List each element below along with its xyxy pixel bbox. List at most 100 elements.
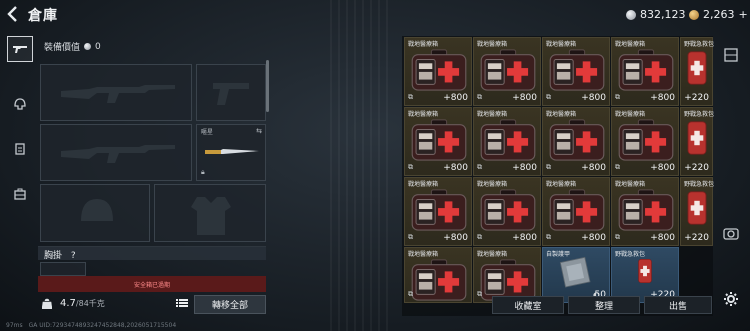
storage-item[interactable]: 戰地醫療箱 ⧉ bbox=[404, 247, 472, 303]
equipment-scrollbar[interactable] bbox=[266, 60, 269, 112]
background-texture bbox=[330, 0, 390, 331]
storage-item[interactable]: 戰地醫療箱 ⧉ +800 bbox=[542, 37, 610, 106]
item-count: +800 bbox=[650, 163, 675, 173]
gear-icon bbox=[724, 292, 738, 306]
medkit-icon bbox=[618, 49, 674, 91]
shelf-icon bbox=[724, 48, 738, 62]
storage-item[interactable]: 野戰急救包 +220 bbox=[680, 37, 714, 106]
stack-icon: ⧉ bbox=[615, 163, 620, 171]
item-count: +800 bbox=[650, 233, 675, 243]
weight-icon bbox=[42, 298, 52, 309]
item-name: 野戰急救包 bbox=[684, 111, 715, 118]
medkit-icon bbox=[411, 189, 467, 231]
add-gold-button[interactable]: + bbox=[739, 8, 748, 21]
storage-item[interactable]: 戰地醫療箱 ⧉ +800 bbox=[542, 107, 610, 176]
camera-icon bbox=[723, 228, 739, 240]
stack-icon: ⧉ bbox=[408, 233, 413, 241]
storage-item[interactable]: 戰地醫療箱 ⧉ +800 bbox=[611, 177, 679, 246]
top-bar: 倉庫 832,123 2,263 + bbox=[0, 0, 750, 30]
item-count: +800 bbox=[581, 163, 606, 173]
swap-icon[interactable]: ⇆ bbox=[256, 127, 262, 135]
item-name: 戰地醫療箱 bbox=[546, 181, 577, 188]
item-name: 戰地醫療箱 bbox=[408, 111, 439, 118]
storage-item[interactable]: 戰地醫療箱 ⧉ +800 bbox=[473, 37, 541, 106]
item-name: 戰地醫療箱 bbox=[615, 181, 646, 188]
armor-plate-icon bbox=[559, 256, 591, 288]
storage-item[interactable]: 野戰急救包 +220 bbox=[680, 177, 714, 246]
stack-icon: ⧉ bbox=[546, 93, 551, 101]
item-name: 野戰急救包 bbox=[615, 251, 646, 258]
silver-coin-icon bbox=[626, 9, 636, 20]
item-count: +800 bbox=[443, 93, 468, 103]
armor-slot[interactable] bbox=[154, 184, 266, 242]
equipment-bottom-bar: 4.7/84千克 轉移全部 bbox=[38, 294, 266, 316]
stack-icon: ⧉ bbox=[546, 163, 551, 171]
equipment-value-label: 裝備價值 bbox=[44, 43, 81, 53]
storage-actions: 收藏室 整理 出售 bbox=[402, 296, 713, 316]
gold-amount: 2,263 bbox=[703, 8, 735, 21]
tab-weapons[interactable] bbox=[7, 36, 33, 62]
ping-value: 97ms bbox=[6, 322, 23, 329]
tab-vest[interactable] bbox=[7, 136, 33, 162]
first-aid-kit-icon bbox=[638, 258, 652, 284]
storage-item[interactable]: 戰地醫療箱 ⧉ +800 bbox=[473, 177, 541, 246]
silver-amount: 832,123 bbox=[640, 8, 686, 21]
item-name: 戰地醫療箱 bbox=[477, 111, 508, 118]
storage-item[interactable]: 自製護甲 ◐ 50 bbox=[542, 247, 610, 303]
item-count: +800 bbox=[443, 233, 468, 243]
medkit-icon bbox=[618, 119, 674, 161]
sell-button[interactable]: 出售 bbox=[644, 296, 712, 314]
storage-item[interactable]: 戰地醫療箱 ⧉ +800 bbox=[404, 107, 472, 176]
help-icon[interactable]: ? bbox=[71, 251, 76, 261]
item-name: 戰地醫療箱 bbox=[408, 41, 439, 48]
chest-rig-slot[interactable] bbox=[40, 262, 86, 276]
medkit-icon bbox=[549, 49, 605, 91]
secondary-weapon-slot[interactable] bbox=[40, 124, 192, 181]
storage-item[interactable]: 戰地醫療箱 ⧉ +800 bbox=[611, 107, 679, 176]
storage-item[interactable]: 戰地醫療箱 ⧉ bbox=[473, 247, 541, 303]
shelf-button[interactable] bbox=[720, 44, 742, 66]
storage-item[interactable]: 戰地醫療箱 ⧉ +800 bbox=[404, 177, 472, 246]
camera-button[interactable] bbox=[720, 222, 742, 244]
bag-icon bbox=[14, 188, 26, 200]
first-aid-kit-icon bbox=[687, 191, 707, 225]
weight-capacity: /84千克 bbox=[75, 299, 105, 308]
equipment-value: 裝備價值 0 bbox=[44, 40, 101, 54]
item-name: 戰地醫療箱 bbox=[546, 41, 577, 48]
tab-helmet[interactable] bbox=[7, 91, 33, 117]
transfer-all-button[interactable]: 轉移全部 bbox=[194, 295, 266, 314]
lock-icon: 🔒︎ bbox=[201, 168, 205, 176]
footer-info: 97ms GA UID:7293474893247452848,20260517… bbox=[6, 322, 176, 329]
medkit-icon bbox=[411, 119, 467, 161]
sort-button[interactable]: 整理 bbox=[568, 296, 640, 314]
item-name: 戰地醫療箱 bbox=[615, 111, 646, 118]
list-view-button[interactable] bbox=[174, 298, 190, 312]
storage-item[interactable]: 野戰急救包 +220 bbox=[680, 107, 715, 176]
helmet-slot[interactable] bbox=[40, 184, 150, 242]
medkit-icon bbox=[480, 49, 536, 91]
item-name: 戰地醫療箱 bbox=[615, 41, 646, 48]
pistol-slot[interactable] bbox=[196, 64, 266, 121]
list-icon bbox=[176, 299, 188, 307]
storage-item[interactable]: 野戰急救包 +220 bbox=[611, 247, 679, 303]
gold-balance[interactable]: 2,263 + bbox=[689, 8, 748, 21]
item-count: +800 bbox=[512, 233, 537, 243]
storage-item[interactable]: 戰地醫療箱 ⧉ +800 bbox=[542, 177, 610, 246]
melee-slot[interactable]: 暱星 ⇆ 🔒︎ bbox=[196, 124, 266, 181]
back-button[interactable] bbox=[6, 5, 24, 25]
storage-item[interactable]: 戰地醫療箱 ⧉ +800 bbox=[473, 107, 541, 176]
medkit-icon bbox=[411, 49, 467, 91]
pistol-silhouette-icon bbox=[213, 83, 249, 105]
settings-button[interactable] bbox=[720, 288, 742, 310]
gold-coin-icon bbox=[689, 9, 699, 20]
tab-backpack[interactable] bbox=[7, 181, 33, 207]
page-title: 倉庫 bbox=[28, 8, 58, 24]
weight-value: 4.7 bbox=[60, 298, 76, 309]
collection-room-button[interactable]: 收藏室 bbox=[492, 296, 564, 314]
storage-item[interactable]: 戰地醫療箱 ⧉ +800 bbox=[404, 37, 472, 106]
medkit-icon bbox=[549, 189, 605, 231]
storage-item[interactable]: 戰地醫療箱 ⧉ +800 bbox=[611, 37, 679, 106]
rifle-silhouette-icon bbox=[61, 85, 175, 103]
helmet-silhouette-icon bbox=[81, 199, 113, 221]
primary-weapon-slot[interactable] bbox=[40, 64, 192, 121]
